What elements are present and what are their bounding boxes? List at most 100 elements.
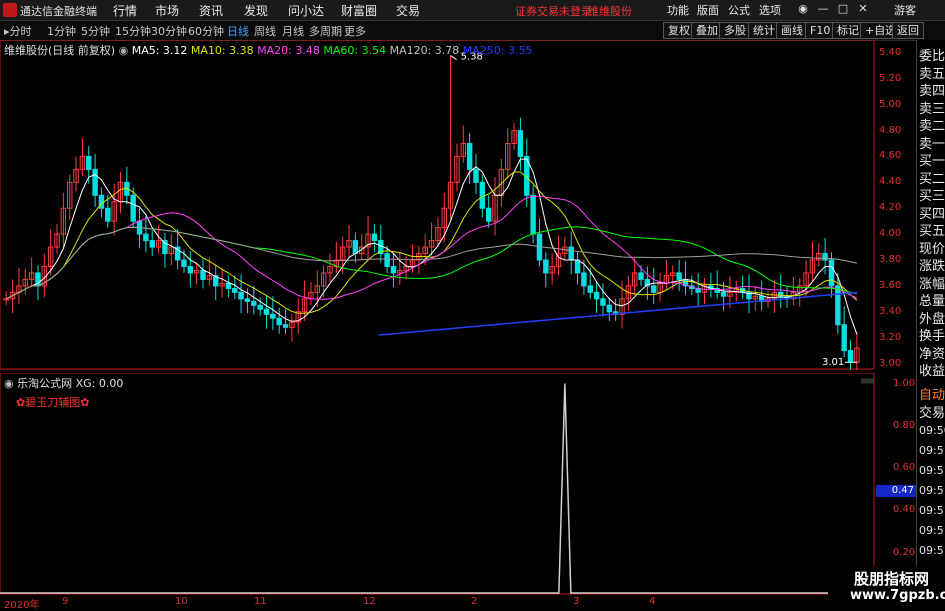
y-tick-main: 3.40: [879, 305, 902, 317]
candle-body: [270, 313, 276, 319]
candle-body: [92, 168, 98, 196]
period-15min[interactable]: 15分钟: [115, 23, 151, 39]
app-logo-icon: [3, 3, 17, 17]
period-multi[interactable]: 多周期: [309, 23, 342, 39]
y-tick-sub: 0.40: [893, 504, 916, 516]
settings-icon[interactable]: ◉: [795, 2, 811, 17]
login-status[interactable]: 证券交易未登录: [515, 3, 592, 19]
candle-body: [600, 298, 606, 306]
candle-body: [638, 272, 644, 280]
brand-url: www.7gpzb.com: [850, 588, 945, 603]
side-time: 09:51: [919, 504, 945, 517]
menu-banmian[interactable]: 版面: [697, 2, 719, 18]
y-tick-main: 5.00: [879, 98, 902, 110]
candle-body: [149, 240, 155, 248]
menu-caifuquan[interactable]: 财富圈: [341, 2, 377, 19]
y-tick-sub: 0.80: [893, 419, 916, 431]
period-daily[interactable]: 日线: [227, 23, 249, 39]
candle-body: [587, 285, 593, 293]
back-button[interactable]: 返回: [892, 22, 924, 39]
candle-body: [479, 181, 486, 209]
menu-zixun[interactable]: 资讯: [199, 2, 223, 19]
y-tick-main: 4.40: [879, 176, 902, 188]
candle-body: [517, 130, 524, 157]
indicator-chart[interactable]: [0, 373, 877, 595]
y-tick-main: 4.80: [879, 124, 902, 136]
y-tick-main: 4.00: [879, 228, 902, 240]
y-tick-main: 3.20: [879, 331, 902, 343]
candle-body: [130, 194, 136, 222]
period-weekly[interactable]: 周线: [254, 23, 276, 39]
candle-body: [606, 304, 613, 313]
side-time: 09:51: [919, 444, 945, 457]
candle-body: [187, 265, 194, 274]
candle-body: [466, 143, 473, 170]
close-icon[interactable]: ✕: [855, 2, 871, 17]
candle-body: [371, 233, 378, 242]
candle-body: [530, 194, 536, 235]
legend-ma10: MA10: 3.38: [190, 44, 254, 57]
side-label: 买五: [919, 224, 945, 239]
duogu-button[interactable]: 多股: [719, 22, 751, 39]
menu-gongshi[interactable]: 公式: [728, 2, 750, 18]
menu-gongneng[interactable]: 功能: [667, 2, 689, 18]
y-tick-main: 5.20: [879, 72, 902, 84]
ma250-line: [378, 291, 858, 336]
stock-title: 维维股份(日线 前复权): [4, 44, 116, 57]
candle-body: [568, 246, 574, 261]
brand-name: 股朋指标网: [854, 570, 930, 588]
kline-chart[interactable]: 5.383.01: [0, 40, 877, 370]
side-label: 买三: [919, 189, 945, 204]
side-label: 委比: [919, 49, 945, 64]
indicator-name: 乐淘公式网: [17, 377, 73, 390]
legend-circle-icon: ◉: [118, 44, 132, 57]
side-label: 卖一: [919, 136, 945, 152]
candle-body: [3, 298, 9, 301]
menu-xuanxiang[interactable]: 选项: [759, 2, 781, 18]
menu-shichang[interactable]: 市场: [155, 2, 179, 19]
side-time: 09:51: [919, 524, 945, 537]
guest-label[interactable]: 游客: [894, 2, 916, 18]
period-more[interactable]: 更多: [344, 23, 366, 39]
period-30min[interactable]: 30分钟: [151, 23, 187, 39]
candle-body: [105, 207, 111, 222]
candle-body: [181, 259, 187, 267]
legend-ma250: MA250: 3.55: [462, 44, 533, 57]
menu-wenxiaoda[interactable]: 问小达: [288, 2, 324, 19]
menu-jiaoyi[interactable]: 交易: [396, 2, 420, 19]
side-time: 09:50: [919, 424, 945, 437]
candle-body: [485, 207, 492, 222]
maximize-icon[interactable]: □: [835, 2, 851, 17]
side-time: 09:51: [919, 544, 945, 557]
f10-button[interactable]: F10: [805, 22, 836, 39]
period-1min[interactable]: 1分钟: [47, 23, 76, 39]
menu-faxian[interactable]: 发现: [244, 2, 268, 19]
legend-ma5: MA5: 3.12: [131, 44, 188, 57]
candle-body: [282, 324, 289, 328]
period-monthly[interactable]: 月线: [282, 23, 304, 39]
brand-watermark: 股朋指标网 www.7gpzb.com: [828, 566, 945, 609]
legend-ma20: MA20: 3.48: [257, 44, 320, 57]
minimize-icon[interactable]: —: [815, 2, 831, 17]
x-axis-label: 3: [573, 596, 580, 607]
side-auto[interactable]: 自动: [919, 384, 945, 403]
side-label: 现价: [919, 241, 945, 257]
side-trade[interactable]: 交易: [919, 402, 945, 421]
candle-body: [251, 300, 257, 306]
main-legend: 维维股份(日线 前复权) ◉ MA5: 3.12 MA10: 3.38 MA20…: [4, 42, 533, 58]
candle-body: [676, 272, 682, 280]
side-label: 卖二: [919, 119, 945, 134]
period-5min[interactable]: 5分钟: [81, 23, 110, 39]
current-stock: 维维股份: [588, 5, 632, 18]
period-60min[interactable]: 60分钟: [188, 23, 224, 39]
period-fenshi[interactable]: ▸分时: [4, 23, 32, 39]
side-label: 卖五: [919, 66, 945, 82]
x-axis-label: 2: [471, 596, 478, 607]
candle-body: [543, 259, 549, 274]
title-bar: 通达信金融终端 行情 市场 资讯 发现 问小达 财富圈 交易 证券交易未登录 维…: [0, 0, 945, 21]
huaxian-button[interactable]: 画线: [776, 22, 808, 39]
candle-body: [473, 168, 479, 183]
candle-body: [651, 285, 657, 293]
indicator-warning: ✿碧玉刀辅图✿: [16, 396, 90, 409]
menu-hangqing[interactable]: 行情: [113, 2, 137, 19]
